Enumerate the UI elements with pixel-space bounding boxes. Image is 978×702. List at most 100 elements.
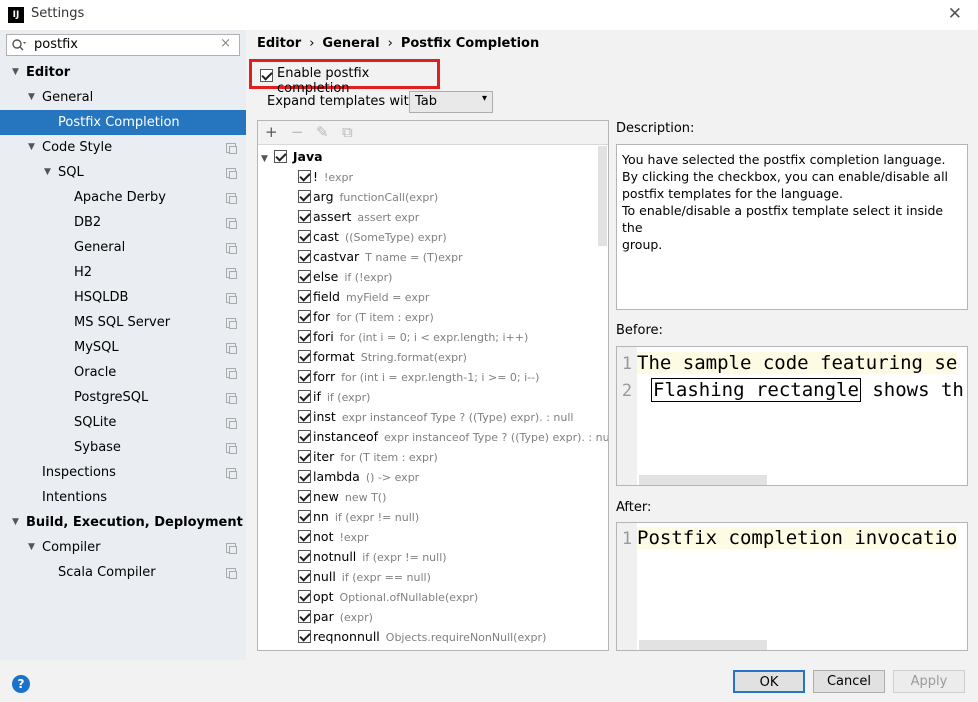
sidebar-item[interactable]: Scala Compiler — [0, 560, 246, 585]
sidebar-item[interactable]: ▼ SQL — [0, 160, 246, 185]
sidebar-item[interactable]: ▼ General — [0, 85, 246, 110]
horizontal-scrollbar[interactable] — [639, 640, 767, 650]
template-checkbox[interactable] — [298, 510, 311, 523]
template-row[interactable]: castvar T name = (T)expr — [298, 247, 463, 267]
cancel-button[interactable]: Cancel — [813, 670, 885, 693]
template-key: arg — [313, 189, 334, 204]
template-row[interactable]: nn if (expr != null) — [298, 507, 419, 527]
template-row[interactable]: if if (expr) — [298, 387, 370, 407]
copy-icon[interactable]: ⧉ — [342, 123, 353, 141]
remove-icon[interactable]: − — [291, 123, 304, 141]
template-checkbox[interactable] — [298, 170, 311, 183]
enable-postfix-checkbox[interactable] — [260, 69, 273, 82]
sidebar-item[interactable]: MS SQL Server — [0, 310, 246, 335]
template-checkbox[interactable] — [298, 530, 311, 543]
help-icon[interactable]: ? — [12, 675, 30, 693]
template-row[interactable]: for for (T item : expr) — [298, 307, 434, 327]
breadcrumb-item[interactable]: General — [322, 36, 379, 51]
template-row[interactable]: arg functionCall(expr) — [298, 187, 438, 207]
template-checkbox[interactable] — [298, 490, 311, 503]
template-checkbox[interactable] — [298, 390, 311, 403]
sidebar-item[interactable]: General — [0, 235, 246, 260]
sidebar-item[interactable]: Postfix Completion — [0, 110, 246, 135]
close-icon[interactable]: ✕ — [948, 4, 962, 24]
ok-button[interactable]: OK — [733, 670, 805, 693]
template-row[interactable]: iter for (T item : expr) — [298, 447, 438, 467]
template-row[interactable]: reqnonnull Objects.requireNonNull(expr) — [298, 627, 546, 647]
sidebar-item[interactable]: Inspections — [0, 460, 246, 485]
template-row[interactable]: notnull if (expr != null) — [298, 547, 447, 567]
edit-icon[interactable]: ✎ — [316, 123, 329, 141]
template-checkbox[interactable] — [298, 430, 311, 443]
templates-scrollbar[interactable] — [598, 146, 607, 246]
expand-key-select[interactable]: Tab ▾ — [409, 91, 493, 113]
template-row[interactable]: inst expr instanceof Type ? ((Type) expr)… — [298, 407, 573, 427]
template-checkbox[interactable] — [298, 470, 311, 483]
sidebar-item[interactable]: ▼ Editor — [0, 60, 246, 85]
sidebar-item[interactable]: H2 — [0, 260, 246, 285]
add-icon[interactable]: + — [265, 123, 278, 141]
chevron-down-icon[interactable]: ▼ — [28, 135, 35, 160]
template-checkbox[interactable] — [298, 230, 311, 243]
template-checkbox[interactable] — [298, 630, 311, 643]
chevron-down-icon[interactable]: ▼ — [44, 160, 51, 185]
clear-search-icon[interactable]: × — [220, 36, 231, 51]
template-row[interactable]: null if (expr == null) — [298, 567, 431, 587]
project-scope-icon — [226, 243, 237, 254]
sidebar-item[interactable]: Sybase — [0, 435, 246, 460]
horizontal-scrollbar[interactable] — [639, 475, 767, 485]
apply-button[interactable]: Apply — [893, 670, 965, 693]
template-row[interactable]: cast ((SomeType) expr) — [298, 227, 447, 247]
template-row[interactable]: fori for (int i = 0; i < expr.length; i++… — [298, 327, 528, 347]
sidebar-item[interactable]: Apache Derby — [0, 185, 246, 210]
template-checkbox[interactable] — [298, 450, 311, 463]
sidebar-item[interactable]: Intentions — [0, 485, 246, 510]
template-checkbox[interactable] — [298, 190, 311, 203]
template-row[interactable]: assert assert expr — [298, 207, 419, 227]
template-checkbox[interactable] — [298, 590, 311, 603]
template-checkbox[interactable] — [298, 410, 311, 423]
template-row[interactable]: field myField = expr — [298, 287, 429, 307]
sidebar-item-label: General — [74, 240, 126, 255]
chevron-down-icon[interactable]: ▼ — [12, 60, 19, 85]
template-row[interactable]: ! !expr — [298, 167, 353, 187]
chevron-down-icon[interactable]: ▼ — [28, 535, 35, 560]
template-checkbox[interactable] — [298, 330, 311, 343]
template-row[interactable]: else if (!expr) — [298, 267, 392, 287]
template-row[interactable]: par (expr) — [298, 607, 373, 627]
sidebar-item[interactable]: MySQL — [0, 335, 246, 360]
sidebar-item[interactable]: ▼ Code Style — [0, 135, 246, 160]
templates-list[interactable]: ▼ Java ! !expr arg functionCall(expr) assert… — [258, 146, 608, 650]
template-row[interactable]: not !expr — [298, 527, 368, 547]
chevron-down-icon[interactable]: ▼ — [28, 85, 35, 110]
sidebar-item[interactable]: HSQLDB — [0, 285, 246, 310]
template-checkbox[interactable] — [298, 350, 311, 363]
group-checkbox[interactable] — [273, 150, 287, 163]
sidebar-item[interactable]: SQLite — [0, 410, 246, 435]
template-row[interactable]: lambda () -> expr — [298, 467, 419, 487]
group-row-java[interactable]: ▼ Java — [261, 147, 323, 167]
template-row[interactable]: new new T() — [298, 487, 386, 507]
template-checkbox[interactable] — [298, 310, 311, 323]
breadcrumb-item[interactable]: Editor — [257, 36, 301, 51]
search-input[interactable]: postfix × — [6, 34, 240, 56]
template-checkbox[interactable] — [298, 210, 311, 223]
sidebar-item[interactable]: DB2 — [0, 210, 246, 235]
template-checkbox[interactable] — [298, 570, 311, 583]
template-row[interactable]: instanceof expr instanceof Type ? ((Type)… — [298, 427, 608, 447]
template-checkbox[interactable] — [298, 290, 311, 303]
template-checkbox[interactable] — [298, 550, 311, 563]
template-checkbox[interactable] — [298, 250, 311, 263]
template-row[interactable]: opt Optional.ofNullable(expr) — [298, 587, 478, 607]
sidebar-item[interactable]: Oracle — [0, 360, 246, 385]
template-checkbox[interactable] — [298, 270, 311, 283]
template-row[interactable]: forr for (int i = expr.length-1; i >= 0; … — [298, 367, 539, 387]
chevron-down-icon[interactable]: ▼ — [261, 154, 268, 164]
template-checkbox[interactable] — [298, 370, 311, 383]
sidebar-item[interactable]: PostgreSQL — [0, 385, 246, 410]
sidebar-item[interactable]: ▼ Compiler — [0, 535, 246, 560]
template-checkbox[interactable] — [298, 610, 311, 623]
template-row[interactable]: format String.format(expr) — [298, 347, 467, 367]
chevron-down-icon[interactable]: ▼ — [12, 510, 19, 535]
sidebar-item[interactable]: ▼ Build, Execution, Deployment — [0, 510, 246, 535]
